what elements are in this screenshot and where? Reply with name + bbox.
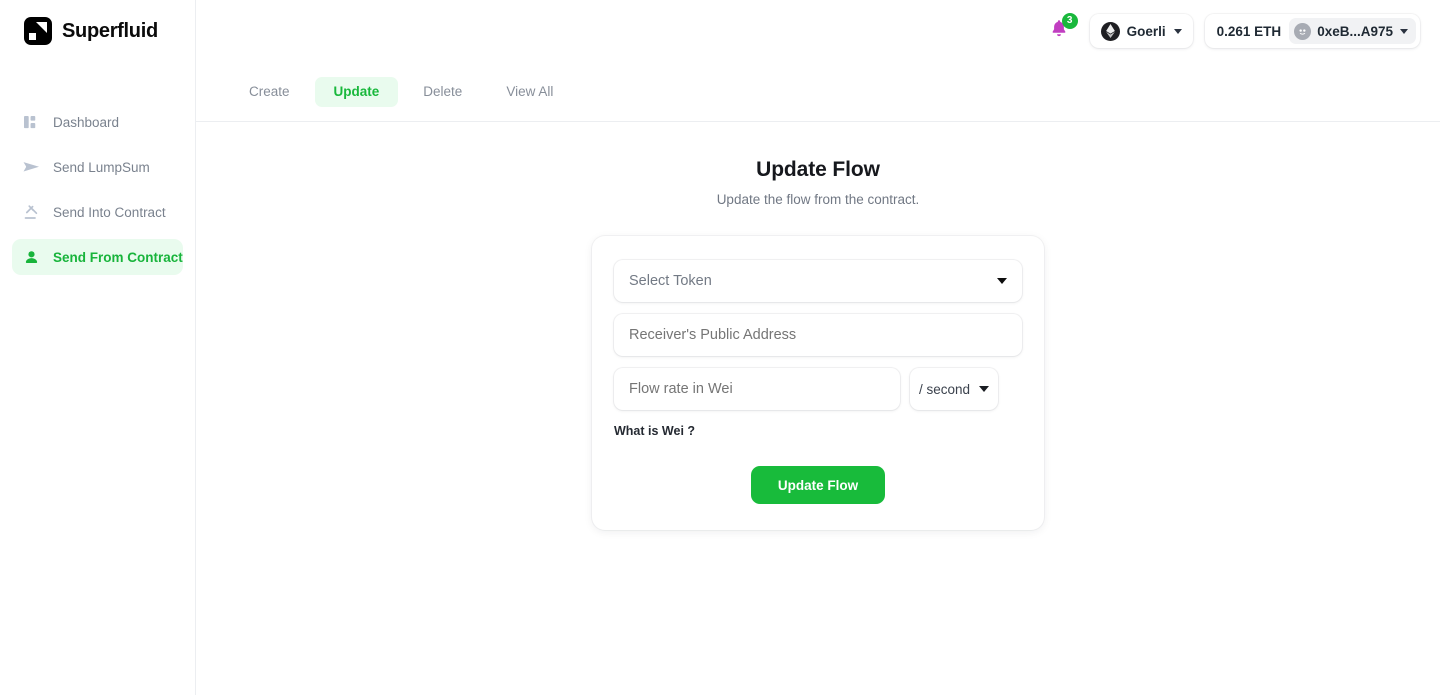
dropdown-caret-icon	[997, 278, 1007, 284]
update-flow-form-card: Select Token / second What is Wei ?	[592, 236, 1044, 530]
sidebar-item-label: Send Into Contract	[53, 204, 166, 220]
topbar: 3 Goerli 0.261 ETH 0xeB...A975	[196, 0, 1440, 62]
submit-row: Update Flow	[614, 466, 1022, 504]
paper-plane-icon	[23, 159, 40, 176]
what-is-wei-link[interactable]: What is Wei ?	[614, 424, 695, 438]
sidebar-item-dashboard[interactable]: Dashboard	[12, 104, 183, 140]
wallet-pill: 0.261 ETH 0xeB...A975	[1204, 14, 1420, 48]
network-selector[interactable]: Goerli	[1089, 14, 1193, 48]
ethereum-icon	[1100, 21, 1120, 41]
content-area: Update Flow Update the flow from the con…	[196, 122, 1440, 695]
person-icon	[23, 249, 40, 266]
wallet-address-button[interactable]: 0xeB...A975	[1289, 18, 1416, 44]
wallet-balance[interactable]: 0.261 ETH	[1217, 24, 1282, 39]
sidebar-item-label: Send From Contract	[53, 249, 183, 265]
sidebar-item-send-lumpsum[interactable]: Send LumpSum	[12, 149, 183, 185]
rate-unit-label: / second	[918, 381, 971, 397]
gavel-icon	[23, 204, 40, 221]
wallet-avatar-icon	[1294, 22, 1312, 40]
notification-count-badge: 3	[1061, 13, 1078, 29]
rate-unit-select[interactable]: / second	[910, 368, 998, 410]
sidebar-nav: Dashboard Send LumpSum Send Into Contrac…	[0, 104, 195, 275]
app-root: Superfluid Dashboard Send LumpSum Send I…	[0, 0, 1440, 695]
flow-rate-input[interactable]	[629, 381, 885, 397]
sidebar-item-send-from-contract[interactable]: Send From Contract	[12, 239, 183, 275]
page-header: Update Flow Update the flow from the con…	[196, 158, 1440, 207]
tab-create[interactable]: Create	[230, 77, 309, 107]
chevron-down-icon	[1173, 28, 1182, 34]
wallet-address-label: 0xeB...A975	[1317, 23, 1393, 39]
sidebar-item-send-into-contract[interactable]: Send Into Contract	[12, 194, 183, 230]
sidebar: Superfluid Dashboard Send LumpSum Send I…	[0, 0, 196, 695]
action-tabs: Create Update Delete View All	[196, 62, 1440, 122]
token-select-placeholder: Select Token	[629, 273, 712, 289]
tab-view-all[interactable]: View All	[487, 77, 572, 107]
superfluid-logo-icon	[24, 17, 52, 45]
receiver-address-input-wrap[interactable]	[614, 314, 1022, 356]
tab-delete[interactable]: Delete	[404, 77, 481, 107]
token-select[interactable]: Select Token	[614, 260, 1022, 302]
chevron-down-icon	[1400, 28, 1408, 34]
dropdown-caret-icon	[979, 386, 990, 392]
notifications-button[interactable]: 3	[1046, 13, 1078, 46]
receiver-address-input[interactable]	[629, 327, 1007, 343]
dashboard-grid-icon	[23, 114, 40, 131]
tab-update[interactable]: Update	[314, 76, 399, 107]
flow-rate-row: / second	[614, 368, 1022, 410]
sidebar-item-label: Send LumpSum	[53, 159, 150, 175]
brand-logo[interactable]: Superfluid	[0, 0, 195, 62]
flow-rate-input-wrap[interactable]	[614, 368, 900, 410]
brand-name: Superfluid	[62, 19, 158, 42]
sidebar-item-label: Dashboard	[53, 114, 120, 130]
network-label: Goerli	[1126, 23, 1166, 39]
update-flow-button[interactable]: Update Flow	[750, 466, 886, 504]
page-title: Update Flow	[756, 158, 880, 181]
main-area: 3 Goerli 0.261 ETH 0xeB...A975 Create Up…	[196, 0, 1440, 695]
page-subtitle: Update the flow from the contract.	[716, 192, 920, 207]
